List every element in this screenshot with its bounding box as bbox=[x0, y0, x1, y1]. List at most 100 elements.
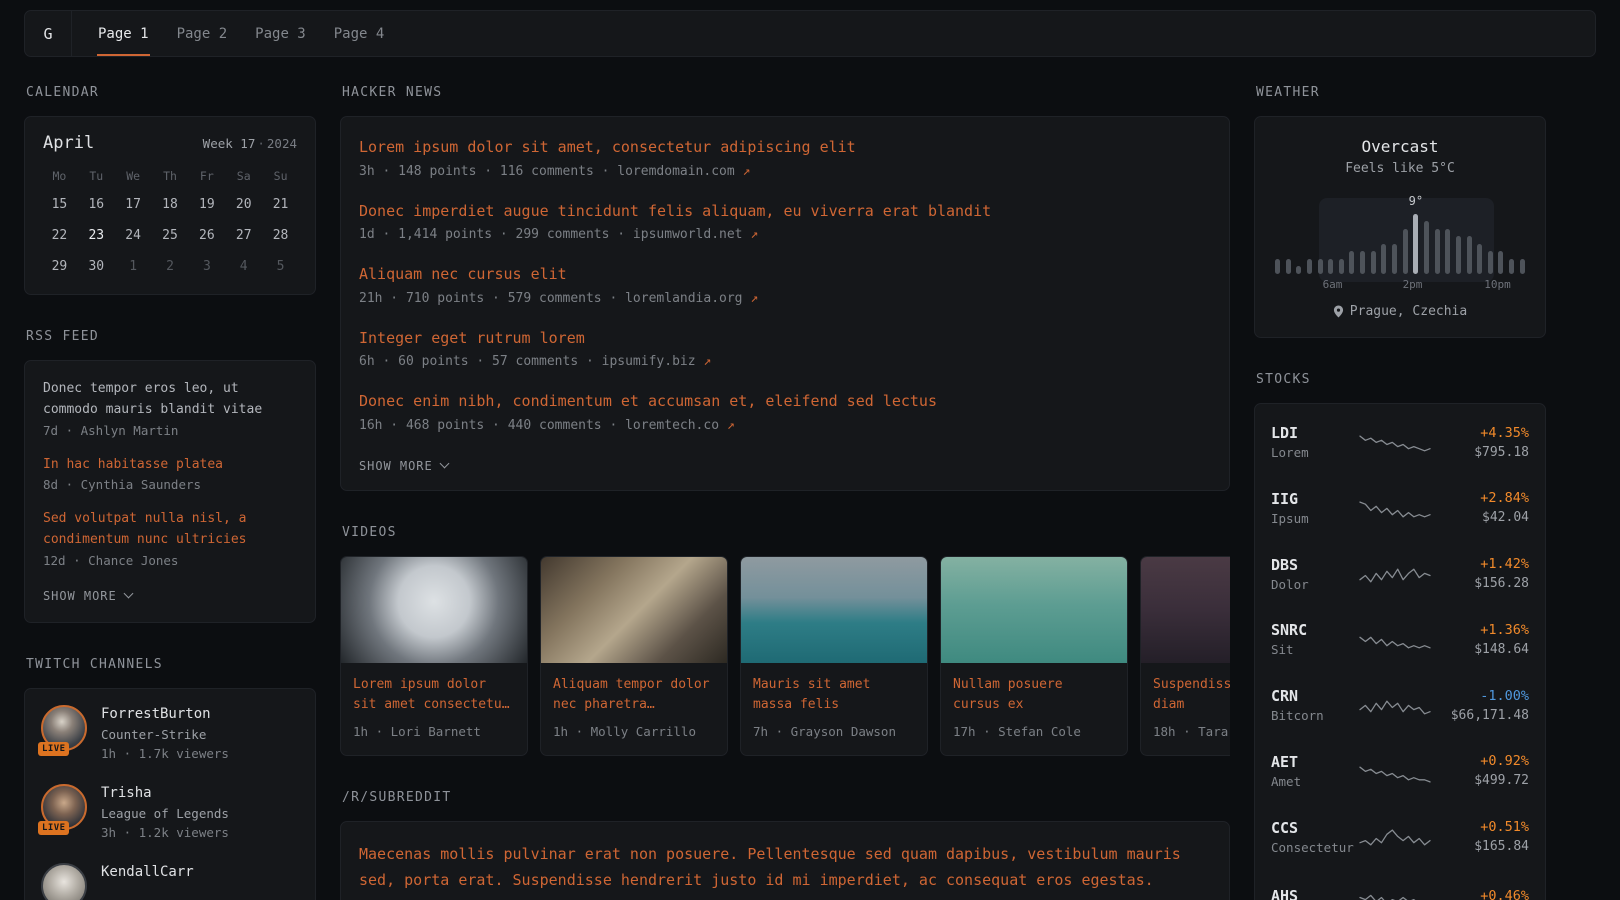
subreddit-post-title[interactable]: Maecenas mollis pulvinar erat non posuer… bbox=[359, 842, 1211, 893]
hackernews-item-title[interactable]: Lorem ipsum dolor sit amet, consectetur … bbox=[359, 137, 1211, 159]
calendar-weekday-label: Sa bbox=[225, 163, 262, 189]
stock-row[interactable]: CRNBitcorn-1.00%$66,171.48 bbox=[1271, 673, 1529, 739]
calendar-day[interactable]: 18 bbox=[152, 189, 189, 220]
calendar-day[interactable]: 21 bbox=[262, 189, 299, 220]
rss-item-title[interactable]: Donec tempor eros leo, ut commodo mauris… bbox=[43, 379, 297, 421]
stock-sparkline bbox=[1359, 561, 1431, 587]
stock-ticker[interactable]: IIG bbox=[1271, 489, 1359, 510]
calendar-day[interactable]: 16 bbox=[78, 189, 115, 220]
hackernews-item-meta: 21h · 710 points · 579 comments · loreml… bbox=[359, 289, 1211, 310]
tab-page-1[interactable]: Page 1 bbox=[84, 11, 163, 56]
channel-info: KendallCarr bbox=[101, 863, 194, 900]
stock-change: +2.84% bbox=[1431, 489, 1529, 508]
video-card[interactable]: Lorem ipsum dolor sit amet consectetu…1h… bbox=[340, 556, 528, 756]
calendar-day[interactable]: 3 bbox=[188, 251, 225, 282]
show-more-label: SHOW MORE bbox=[359, 459, 433, 473]
channel-name[interactable]: KendallCarr bbox=[101, 863, 194, 883]
separator-dot: · bbox=[257, 136, 265, 151]
calendar-day-selected[interactable]: 23 bbox=[78, 220, 115, 251]
video-card[interactable]: Mauris sit amet massa felis7h · Grayson … bbox=[740, 556, 928, 756]
stock-row[interactable]: IIGIpsum+2.84%$42.04 bbox=[1271, 476, 1529, 542]
stock-ticker[interactable]: AHS bbox=[1271, 886, 1359, 900]
calendar-day[interactable]: 29 bbox=[41, 251, 78, 282]
weather-hour-bar bbox=[1413, 214, 1418, 274]
weather-hour-bar bbox=[1403, 229, 1408, 274]
stock-change: +0.51% bbox=[1431, 818, 1529, 837]
hackernews-card: Lorem ipsum dolor sit amet, consectetur … bbox=[340, 116, 1230, 491]
calendar-day[interactable]: 4 bbox=[225, 251, 262, 282]
middle-column: HACKER NEWS Lorem ipsum dolor sit amet, … bbox=[340, 85, 1230, 900]
calendar-day[interactable]: 26 bbox=[188, 220, 225, 251]
calendar-day[interactable]: 24 bbox=[115, 220, 152, 251]
page-tabs: Page 1Page 2Page 3Page 4 bbox=[84, 11, 398, 56]
twitch-channel[interactable]: KendallCarr bbox=[41, 863, 299, 900]
calendar-day[interactable]: 25 bbox=[152, 220, 189, 251]
stock-change: +1.36% bbox=[1431, 621, 1529, 640]
stock-price: $66,171.48 bbox=[1431, 706, 1529, 726]
video-card[interactable]: Nullam posuere cursus ex17h · Stefan Col… bbox=[940, 556, 1128, 756]
calendar-day[interactable]: 27 bbox=[225, 220, 262, 251]
stock-row[interactable]: LDILorem+4.35%$795.18 bbox=[1271, 410, 1529, 476]
stock-row[interactable]: AHS+0.46% bbox=[1271, 870, 1529, 900]
stock-ticker[interactable]: CCS bbox=[1271, 818, 1359, 839]
rss-show-more-button[interactable]: SHOW MORE bbox=[43, 585, 132, 603]
calendar-day[interactable]: 19 bbox=[188, 189, 225, 220]
weather-hour-bar bbox=[1275, 259, 1280, 274]
tab-page-2[interactable]: Page 2 bbox=[163, 11, 242, 56]
hackernews-item-title[interactable]: Donec enim nibh, condimentum et accumsan… bbox=[359, 391, 1211, 413]
video-title[interactable]: Nullam posuere cursus ex bbox=[941, 663, 1127, 715]
hackernews-item-title[interactable]: Integer eget rutrum lorem bbox=[359, 328, 1211, 350]
twitch-channel[interactable]: LIVEForrestBurtonCounter-Strike1h · 1.7k… bbox=[41, 705, 299, 764]
channel-name[interactable]: Trisha bbox=[101, 784, 229, 804]
stock-row[interactable]: SNRCSit+1.36%$148.64 bbox=[1271, 607, 1529, 673]
hackernews-item-title[interactable]: Aliquam nec cursus elit bbox=[359, 264, 1211, 286]
video-card[interactable]: Aliquam tempor dolor nec pharetra…1h · M… bbox=[540, 556, 728, 756]
calendar-day[interactable]: 28 bbox=[262, 220, 299, 251]
stock-ticker[interactable]: DBS bbox=[1271, 555, 1359, 576]
rss-item-title[interactable]: Sed volutpat nulla nisl, a condimentum n… bbox=[43, 509, 297, 551]
calendar-day[interactable]: 15 bbox=[41, 189, 78, 220]
stock-row[interactable]: AETAmet+0.92%$499.72 bbox=[1271, 739, 1529, 805]
channel-name[interactable]: ForrestBurton bbox=[101, 705, 229, 725]
stock-name: Consectetur bbox=[1271, 839, 1359, 858]
stock-ticker[interactable]: SNRC bbox=[1271, 620, 1359, 641]
rss-section-title: RSS FEED bbox=[26, 329, 316, 344]
video-title[interactable]: Mauris sit amet massa felis bbox=[741, 663, 927, 715]
dashboard-columns: CALENDAR April Week 17·2024 MoTuWeThFrSa… bbox=[0, 57, 1620, 900]
weather-widget: WEATHER Overcast Feels like 5°C 9° 6am2p… bbox=[1254, 85, 1546, 338]
stock-name: Bitcorn bbox=[1271, 707, 1359, 726]
stock-ticker[interactable]: LDI bbox=[1271, 423, 1359, 444]
stock-ticker[interactable]: AET bbox=[1271, 752, 1359, 773]
stock-row[interactable]: DBSDolor+1.42%$156.28 bbox=[1271, 542, 1529, 608]
twitch-channel[interactable]: LIVETrishaLeague of Legends3h · 1.2k vie… bbox=[41, 784, 299, 843]
calendar-day[interactable]: 17 bbox=[115, 189, 152, 220]
weather-time-axis: 6am2pm10pm bbox=[1275, 278, 1525, 292]
calendar-weekday-row: MoTuWeThFrSaSu bbox=[41, 163, 299, 189]
weather-hour-bar bbox=[1371, 251, 1376, 274]
hackernews-item-title[interactable]: Donec imperdiet augue tincidunt felis al… bbox=[359, 201, 1211, 223]
calendar-day[interactable]: 2 bbox=[152, 251, 189, 282]
weather-hour-bar bbox=[1456, 236, 1461, 274]
hackernews-item: Integer eget rutrum lorem6h · 60 points … bbox=[359, 328, 1211, 374]
stocks-section-title: STOCKS bbox=[1256, 372, 1546, 387]
video-card[interactable]: Suspendisse placerat diam18h · Tara bbox=[1140, 556, 1230, 756]
tab-page-4[interactable]: Page 4 bbox=[320, 11, 399, 56]
video-title[interactable]: Lorem ipsum dolor sit amet consectetu… bbox=[341, 663, 527, 715]
calendar-day[interactable]: 1 bbox=[115, 251, 152, 282]
tab-page-3[interactable]: Page 3 bbox=[241, 11, 320, 56]
calendar-day[interactable]: 20 bbox=[225, 189, 262, 220]
video-title[interactable]: Suspendisse placerat diam bbox=[1141, 663, 1230, 715]
stock-price: $148.64 bbox=[1431, 640, 1529, 660]
video-title[interactable]: Aliquam tempor dolor nec pharetra… bbox=[541, 663, 727, 715]
hackernews-show-more-button[interactable]: SHOW MORE bbox=[359, 455, 448, 473]
stock-row[interactable]: CCSConsectetur+0.51%$165.84 bbox=[1271, 805, 1529, 871]
calendar-day[interactable]: 5 bbox=[262, 251, 299, 282]
calendar-day[interactable]: 30 bbox=[78, 251, 115, 282]
video-meta: 7h · Grayson Dawson bbox=[741, 715, 927, 755]
rss-item-title[interactable]: In hac habitasse platea bbox=[43, 455, 297, 476]
stock-ticker[interactable]: CRN bbox=[1271, 686, 1359, 707]
app-logo[interactable]: G bbox=[25, 11, 72, 56]
calendar-day[interactable]: 22 bbox=[41, 220, 78, 251]
rss-item: Sed volutpat nulla nisl, a condimentum n… bbox=[43, 509, 297, 571]
stock-sparkline bbox=[1359, 824, 1431, 850]
